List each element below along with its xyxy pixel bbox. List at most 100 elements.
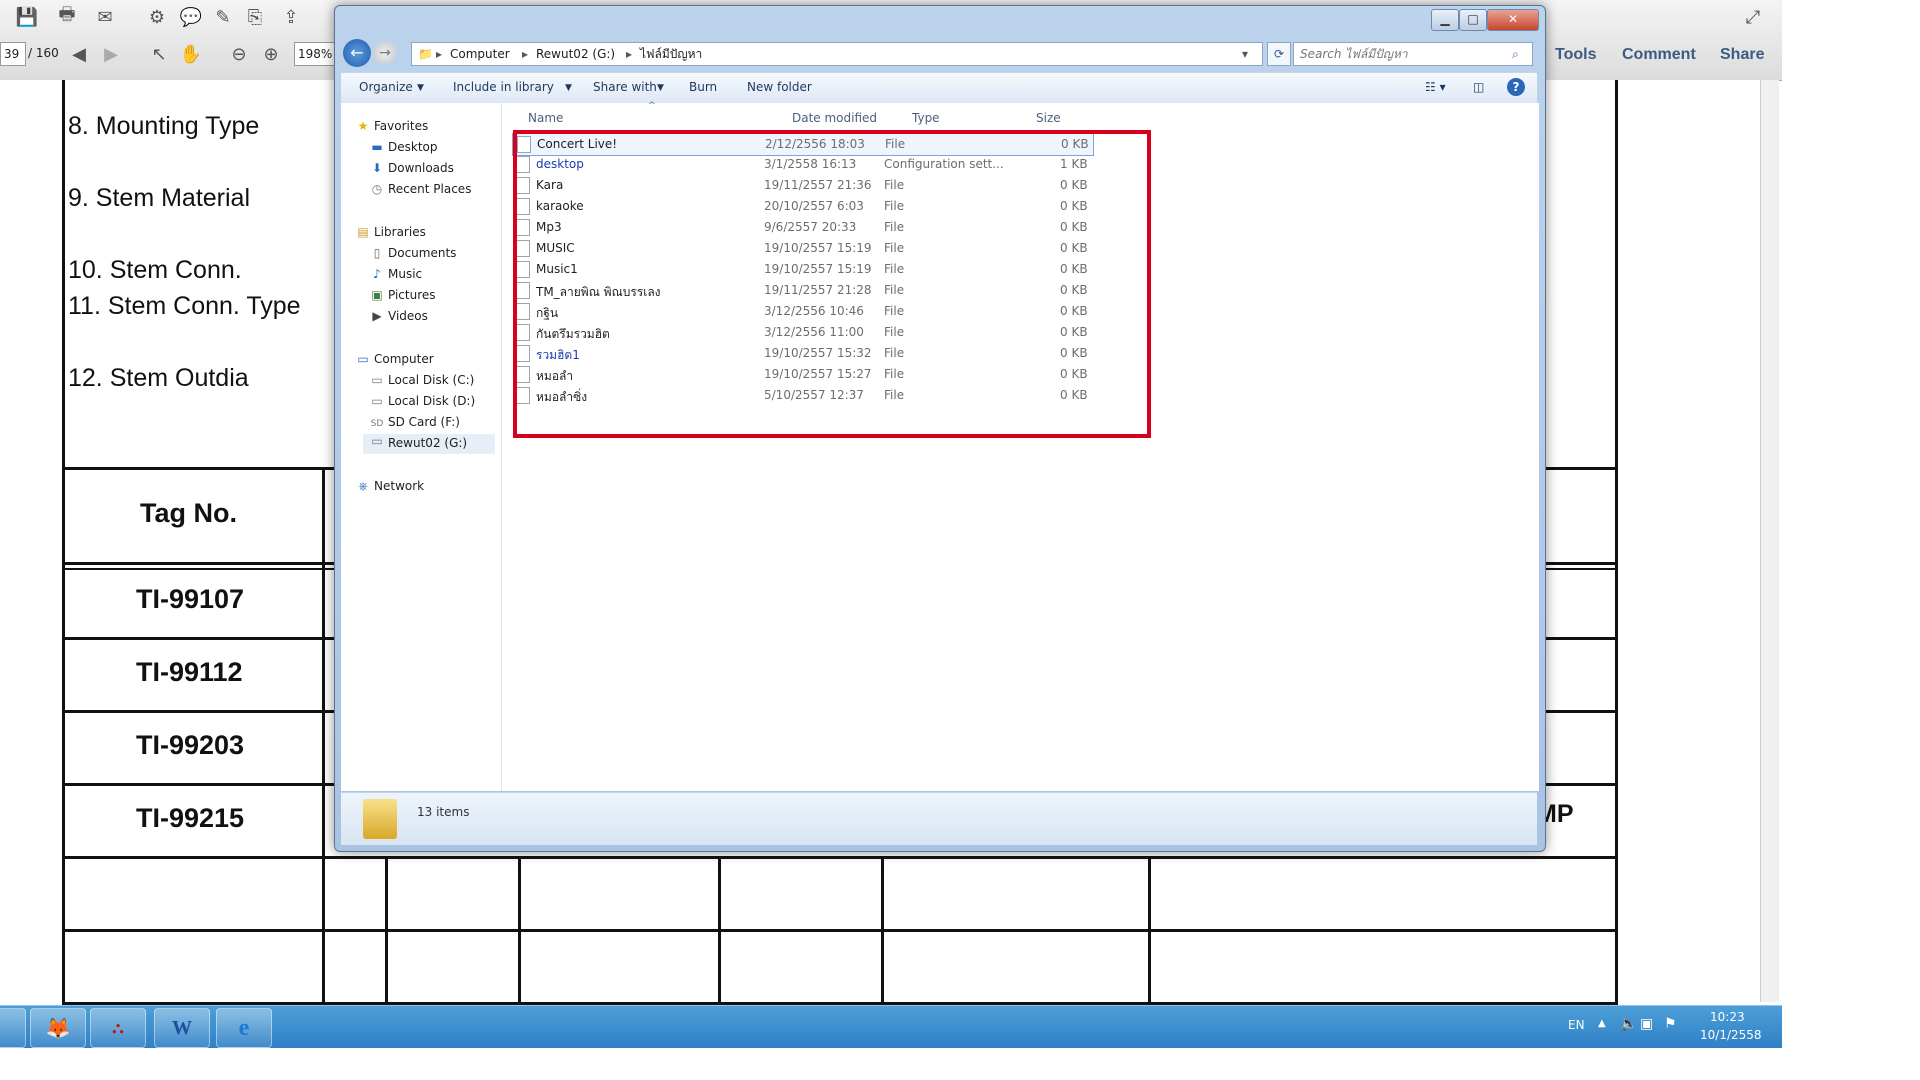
zoom-level-input[interactable]: 198% <box>294 42 336 66</box>
highlight-icon[interactable]: ✎ <box>210 4 236 30</box>
nav-recent-places[interactable]: ◷ Recent Places <box>369 182 472 196</box>
next-page-icon[interactable]: ▶ <box>98 41 124 67</box>
maximize-button[interactable]: □ <box>1459 9 1487 31</box>
table-border <box>881 856 884 1006</box>
hand-tool-icon[interactable]: ✋ <box>178 41 204 67</box>
nav-videos[interactable]: ▶ Videos <box>369 309 428 323</box>
tag-cell: TI-99112 <box>136 657 243 687</box>
nav-drive-f[interactable]: SD SD Card (F:) <box>369 415 460 429</box>
chevron-down-icon: ▼ <box>657 83 664 93</box>
breadcrumb-item[interactable]: Computer <box>450 43 510 65</box>
folder-icon: 📁 <box>418 47 433 61</box>
save-icon[interactable]: 💾 <box>14 4 40 30</box>
back-icon[interactable]: ← <box>343 39 371 67</box>
nav-libraries[interactable]: ▤ Libraries <box>355 225 426 239</box>
share-with-menu[interactable]: Share with <box>593 80 657 94</box>
column-name[interactable]: Name <box>528 111 563 125</box>
drive-icon: ▭ <box>371 373 383 387</box>
breadcrumb-item[interactable]: ไฟล์มีปัญหา <box>640 43 702 65</box>
nav-drive-g[interactable]: ▭ Rewut02 (G:) <box>363 434 495 454</box>
nav-label: Videos <box>388 309 428 323</box>
show-hidden-icons-icon[interactable]: ▲ <box>1598 1018 1606 1029</box>
music-icon: ♪ <box>373 267 381 281</box>
preview-pane-icon[interactable]: ◫ <box>1473 80 1484 94</box>
nav-downloads[interactable]: ⬇ Downloads <box>369 161 454 175</box>
doc-label: 9. Stem Material <box>68 184 251 212</box>
desktop-icon: ▬ <box>371 140 383 154</box>
action-center-icon[interactable]: ⚑ <box>1664 1016 1677 1032</box>
chevron-right-icon: ▸ <box>522 47 529 61</box>
select-tool-icon[interactable]: ↖ <box>146 41 172 67</box>
address-bar[interactable]: 📁 ▸ Computer ▸ Rewut02 (G:) ▸ ไฟล์มีปัญห… <box>411 42 1263 66</box>
nav-documents[interactable]: ▯ Documents <box>369 246 457 260</box>
tag-cell: TI-99203 <box>136 730 245 760</box>
nav-computer[interactable]: ▭ Computer <box>355 352 433 366</box>
nav-desktop[interactable]: ▬ Desktop <box>369 140 437 154</box>
column-type[interactable]: Type <box>912 111 940 125</box>
burn-button[interactable]: Burn <box>689 80 717 94</box>
expand-icon[interactable]: ⤢ <box>1740 4 1766 30</box>
sort-ascending-icon: ^ <box>648 101 656 111</box>
breadcrumb-item[interactable]: Rewut02 (G:) <box>536 43 615 65</box>
nav-favorites[interactable]: ★ Favorites <box>355 119 429 133</box>
include-in-library-menu[interactable]: Include in library <box>453 80 554 94</box>
print-icon[interactable]: 🖶 <box>54 4 80 30</box>
tag-cell: TI-99107 <box>136 584 245 614</box>
libraries-icon: ▤ <box>357 225 369 239</box>
organize-menu[interactable]: Organize <box>359 80 413 94</box>
email-icon[interactable]: ✉ <box>92 4 118 30</box>
nav-pictures[interactable]: ▣ Pictures <box>369 288 435 302</box>
drive-icon: ▭ <box>371 434 383 448</box>
chevron-down-icon[interactable]: ▾ <box>1242 43 1248 65</box>
settings-icon[interactable]: ⚙ <box>144 4 170 30</box>
column-size[interactable]: Size <box>1036 111 1061 125</box>
nav-drive-d[interactable]: ▭ Local Disk (D:) <box>369 394 475 408</box>
tag-cell: TI-99215 <box>136 803 245 833</box>
page-number-input[interactable]: 39 <box>0 42 26 66</box>
nav-network[interactable]: ⎈ Network <box>355 479 424 494</box>
close-button[interactable]: ✕ <box>1487 9 1539 31</box>
word-icon[interactable]: W <box>154 1008 210 1048</box>
acrobat-taskbar-icon[interactable]: ⛬ <box>90 1008 146 1048</box>
refresh-icon[interactable]: ⟳ <box>1267 42 1291 66</box>
zoom-out-icon[interactable]: ⊖ <box>226 41 252 67</box>
nav-label: Rewut02 (G:) <box>388 436 468 450</box>
new-folder-button[interactable]: New folder <box>747 80 812 94</box>
zoom-in-icon[interactable]: ⊕ <box>258 41 284 67</box>
nav-label: Documents <box>388 246 457 260</box>
pdf-icon[interactable]: ⎘ <box>242 4 268 30</box>
language-indicator[interactable]: EN <box>1568 1018 1585 1032</box>
network-tray-icon[interactable]: ▣ <box>1640 1016 1653 1032</box>
videos-icon: ▶ <box>372 309 382 323</box>
volume-icon[interactable]: 🔈 <box>1620 1016 1637 1032</box>
nav-label: Network <box>374 479 425 493</box>
start-button[interactable] <box>0 1008 26 1048</box>
doc-label: 8. Mounting Type <box>68 112 260 140</box>
previous-page-icon[interactable]: ◀ <box>66 41 92 67</box>
tools-tab[interactable]: Tools <box>1555 42 1596 68</box>
table-border <box>518 856 521 1006</box>
firefox-icon[interactable]: 🦊 <box>30 1008 86 1048</box>
comment-tab[interactable]: Comment <box>1622 42 1696 68</box>
clock-date[interactable]: 10/1/2558 <box>1700 1028 1762 1042</box>
comment-icon[interactable]: 💬 <box>178 4 204 30</box>
column-date-modified[interactable]: Date modified <box>792 111 877 125</box>
help-icon[interactable]: ? <box>1507 78 1525 96</box>
document-scrollbar[interactable] <box>1760 80 1779 1002</box>
clock-time[interactable]: 10:23 <box>1710 1010 1745 1024</box>
internet-explorer-icon[interactable]: e <box>216 1008 272 1048</box>
share-tab[interactable]: Share <box>1720 42 1764 68</box>
forward-icon[interactable]: → <box>373 41 397 65</box>
search-icon[interactable]: ⌕ <box>1512 43 1519 65</box>
recent-places-icon: ◷ <box>371 182 383 196</box>
tag-header: Tag No. <box>140 498 237 528</box>
export-icon[interactable]: ⇪ <box>278 4 304 30</box>
nav-drive-c[interactable]: ▭ Local Disk (C:) <box>369 373 474 387</box>
minimize-button[interactable]: ▁ <box>1431 9 1459 31</box>
view-options-icon[interactable]: ☷ ▾ <box>1425 80 1446 94</box>
taskbar: 🦊 ⛬ W e EN ▲ 🔈 ▣ ⚑ 10:23 10/1/2558 <box>0 1005 1782 1048</box>
table-border <box>718 856 721 1006</box>
search-input[interactable]: Search ไฟล์มีปัญหา ⌕ <box>1293 42 1533 66</box>
nav-label: Libraries <box>374 225 426 239</box>
nav-music[interactable]: ♪ Music <box>369 267 422 281</box>
